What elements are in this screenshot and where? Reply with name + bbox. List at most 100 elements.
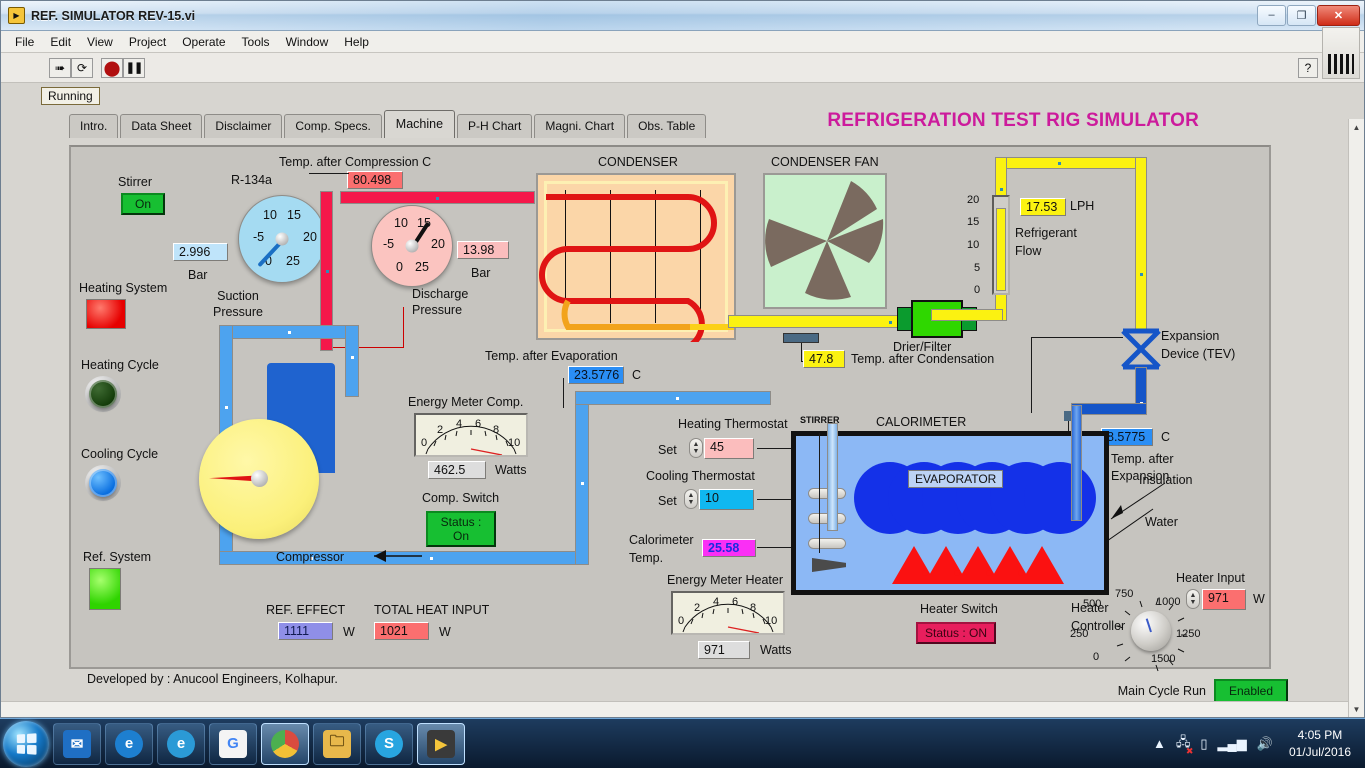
ni-logo-icon — [1322, 27, 1360, 79]
scroll-up-icon[interactable]: ▲ — [1349, 119, 1364, 135]
run-arrow-icon[interactable]: ➠ — [49, 57, 71, 78]
tab-magni-chart[interactable]: Magni. Chart — [534, 114, 626, 138]
main-cycle-run-label: Main Cycle Run — [1117, 684, 1206, 698]
compressor-label: Compressor — [276, 550, 345, 564]
show-hidden-icons[interactable]: ▲ — [1153, 736, 1166, 751]
taskbar-item-browser[interactable]: e — [157, 722, 205, 765]
menu-item-window[interactable]: Window — [278, 33, 337, 51]
pause-icon[interactable]: ❚❚ — [123, 57, 145, 78]
volume-icon[interactable]: 🔊 — [1257, 736, 1273, 752]
cooling-thermostat-stepper[interactable]: ▲ ▼ — [684, 489, 698, 509]
heater-input-label: Heater Input — [1176, 571, 1245, 585]
tab-obs-table[interactable]: Obs. Table — [627, 114, 707, 138]
heater-input-value[interactable]: 971 — [1202, 589, 1246, 610]
tab-strip: Intro. Data Sheet Disclaimer Comp. Specs… — [69, 110, 708, 138]
heating-thermostat-value[interactable]: 45 — [704, 438, 754, 459]
probe-calorimeter-temp — [808, 538, 846, 549]
tab-comp-specs[interactable]: Comp. Specs. — [284, 114, 382, 138]
minimize-button[interactable]: – — [1257, 4, 1286, 26]
taskbar-item-file-explorer[interactable]: 🗀 — [313, 722, 361, 765]
horizontal-scrollbar[interactable] — [1, 701, 1348, 717]
menu-item-project[interactable]: Project — [121, 33, 174, 51]
windows-start-orb[interactable] — [3, 720, 49, 767]
heating-thermostat-stepper[interactable]: ▲ ▼ — [689, 438, 703, 458]
energy-meter-comp-label: Energy Meter Comp. — [408, 395, 524, 409]
taskbar-item-labview[interactable]: ▶ — [417, 722, 465, 765]
page-title: REFRIGERATION TEST RIG SIMULATOR — [827, 110, 1199, 131]
internet-explorer-icon: e — [115, 729, 143, 758]
window-titlebar[interactable]: REF. SIMULATOR REV-15.vi – ❐ ✕ — [1, 1, 1364, 31]
evaporator-coil-6 — [1024, 462, 1096, 534]
tab-data-sheet[interactable]: Data Sheet — [120, 114, 203, 138]
wire-stirrer-rod — [819, 433, 820, 553]
battery-icon[interactable]: ▯ — [1200, 736, 1207, 752]
window-controls: – ❐ ✕ — [1256, 4, 1360, 27]
clock-time: 4:05 PM — [1297, 728, 1343, 743]
heating-cycle-led — [89, 380, 117, 408]
run-continuously-icon[interactable]: ⟳ — [71, 57, 93, 78]
tab-intro[interactable]: Intro. — [69, 114, 119, 138]
maximize-button[interactable]: ❐ — [1287, 4, 1316, 26]
cooling-cycle-led — [89, 469, 117, 497]
taskbar-item-chrome[interactable] — [261, 722, 309, 765]
emc-tick-4: 4 — [456, 418, 463, 430]
wire-temp-condensation-v — [801, 343, 802, 361]
heater-switch-indicator[interactable]: Status : ON — [916, 622, 996, 644]
network-error-icon[interactable]: 🖧 ✖ — [1176, 733, 1194, 756]
wire-tev-control-v — [1031, 337, 1032, 413]
menu-item-edit[interactable]: Edit — [42, 33, 79, 51]
heater-input-stepper[interactable]: ▲ ▼ — [1186, 589, 1200, 609]
ref-system-label: Ref. System — [83, 550, 152, 564]
tab-disclaimer[interactable]: Disclaimer — [204, 114, 283, 138]
abort-stop-icon[interactable]: ⬤ — [101, 57, 123, 78]
energy-meter-heater-label: Energy Meter Heater — [667, 573, 784, 587]
emc-tick-2: 2 — [437, 424, 444, 436]
pipe-liquid-bottom — [931, 309, 1003, 321]
emc-tick-0: 0 — [421, 437, 428, 449]
refrigerant-flow-label-1: Refrigerant — [1015, 226, 1077, 240]
temp-after-evaporation-unit: C — [632, 368, 642, 382]
tab-ph-chart[interactable]: P-H Chart — [457, 114, 533, 138]
flow-tick-10: 10 — [967, 239, 980, 251]
tab-strip-row: Intro. Data Sheet Disclaimer Comp. Specs… — [1, 108, 1364, 138]
stirrer-indicator[interactable]: On — [121, 193, 165, 215]
refrigerant-flow-label-2: Flow — [1015, 244, 1042, 258]
calorimeter-temp-label-2: Temp. — [629, 551, 664, 565]
menu-item-view[interactable]: View — [79, 33, 121, 51]
pipe-suction-right — [575, 391, 589, 565]
expansion-device-label-1: Expansion — [1161, 329, 1220, 343]
flow-tick-0: 0 — [974, 284, 981, 296]
pipe-suction-to-evap — [575, 391, 771, 405]
suction-pressure-title-1: Suction — [217, 289, 259, 303]
pipe-expansion-left — [1071, 403, 1147, 415]
discharge-pressure-gauge: -5 10 15 20 0 25 — [371, 205, 453, 287]
vertical-scrollbar[interactable]: ▲ ▼ — [1348, 119, 1364, 717]
menu-item-help[interactable]: Help — [336, 33, 377, 51]
comp-switch-indicator[interactable]: Status : On — [426, 511, 496, 547]
taskbar-item-skype[interactable]: S — [365, 722, 413, 765]
vi-toolbar: ➠ ⟳ ⬤ ❚❚ ? — [1, 27, 1364, 83]
menu-item-tools[interactable]: Tools — [234, 33, 278, 51]
calorimeter-temp-label-1: Calorimeter — [629, 533, 694, 547]
menu-item-operate[interactable]: Operate — [174, 33, 233, 51]
suction-tick-25: 25 — [286, 254, 300, 268]
temp-after-condensation-value: 47.8 — [803, 350, 845, 368]
tab-machine[interactable]: Machine — [383, 110, 456, 138]
system-tray: ▲ 🖧 ✖ ▯ ▂▄▆ 🔊 4:05 PM 01/Jul/2016 — [1153, 727, 1365, 759]
main-cycle-run-indicator[interactable]: Enabled — [1214, 679, 1288, 703]
taskbar-clock[interactable]: 4:05 PM 01/Jul/2016 — [1283, 727, 1357, 759]
taskbar-item-google[interactable]: G — [209, 722, 257, 765]
scroll-down-icon[interactable]: ▼ — [1349, 701, 1364, 717]
emc-tick-8: 8 — [493, 424, 500, 436]
emh-tick-8: 8 — [750, 602, 757, 614]
discharge-tick-20: 20 — [431, 237, 445, 251]
signal-icon[interactable]: ▂▄▆ — [1218, 736, 1247, 752]
menu-item-file[interactable]: File — [7, 33, 42, 51]
help-icon[interactable]: ? — [1298, 57, 1318, 78]
taskbar-item-mail[interactable]: ✉ — [53, 722, 101, 765]
cooling-thermostat-value[interactable]: 10 — [699, 489, 754, 510]
suction-needle-hub — [275, 232, 289, 246]
close-button[interactable]: ✕ — [1317, 4, 1360, 26]
taskbar-item-internet-explorer[interactable]: e — [105, 722, 153, 765]
knob-tick-1500: 1500 — [1151, 653, 1176, 665]
